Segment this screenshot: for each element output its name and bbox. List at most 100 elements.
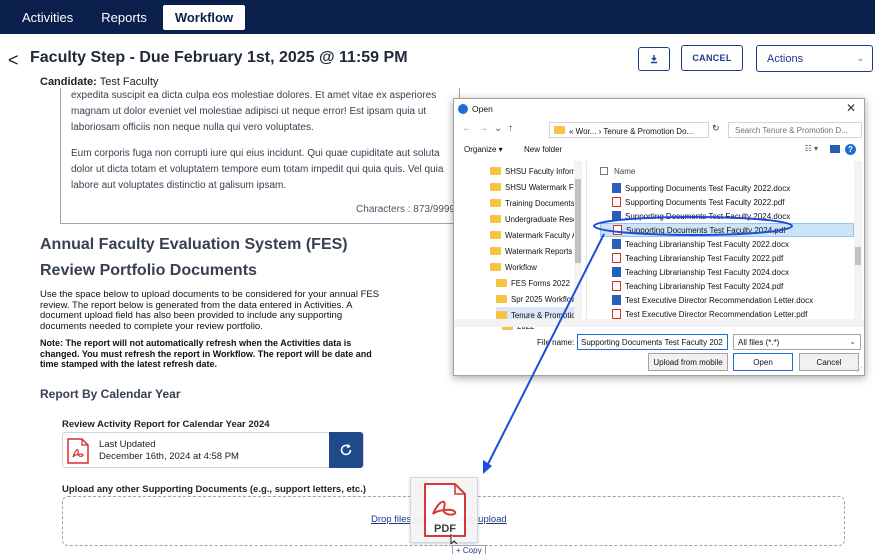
dialog-title: Open — [472, 104, 493, 114]
folder-icon — [490, 215, 501, 223]
refresh-icon[interactable]: ↻ — [712, 123, 720, 134]
tree-item[interactable]: Watermark Reports — [490, 243, 576, 259]
dragged-pdf-file[interactable]: PDF — [410, 477, 478, 546]
folder-icon — [490, 183, 501, 191]
chevron-down-icon[interactable]: ⌄ — [494, 123, 502, 134]
copy-badge: + Copy — [452, 545, 486, 554]
response-text-card: expedita suscipit ea dicta culpa eos mol… — [60, 88, 460, 224]
tab-activities[interactable]: Activities — [10, 4, 85, 31]
report-label: Review Activity Report for Calendar Year… — [62, 419, 270, 430]
pdf-file-icon — [612, 253, 621, 263]
organize-menu[interactable]: Organize ▾ — [464, 145, 503, 154]
candidate-line: Candidate: Test Faculty — [40, 76, 158, 88]
docx-file-icon — [612, 211, 621, 221]
name-column-header[interactable]: Name — [600, 167, 635, 176]
folder-icon — [496, 295, 507, 303]
open-button[interactable]: Open — [733, 353, 793, 371]
tree-scroll-thumb[interactable] — [575, 179, 581, 263]
chevron-down-icon: ⌄ — [856, 53, 864, 63]
actions-dropdown[interactable]: Actions ⌄ — [756, 45, 873, 72]
tree-item[interactable]: Undergraduate Resea — [490, 211, 576, 227]
file-name-input[interactable]: Supporting Documents Test Faculty 202 — [577, 334, 728, 350]
tree-item[interactable]: Spr 2025 Workflow — [496, 291, 576, 307]
file-row[interactable]: Teaching Librarianship Test Faculty 2022… — [600, 251, 854, 265]
character-count: Characters : 873/9999 — [356, 204, 455, 215]
new-folder-button[interactable]: New folder — [524, 145, 562, 154]
browser-icon — [458, 104, 468, 114]
pdf-file-icon — [613, 225, 622, 235]
actions-label: Actions — [767, 52, 804, 65]
tab-reports[interactable]: Reports — [89, 4, 159, 31]
file-list: Name Supporting Documents Test Faculty 2… — [592, 161, 854, 319]
docx-file-icon — [612, 267, 621, 277]
sub-heading: Review Portfolio Documents — [40, 262, 257, 279]
file-type-select[interactable]: All files (*.*) ⌄ — [733, 334, 861, 350]
dialog-search-input[interactable]: Search Tenure & Promotion D... — [728, 122, 862, 138]
upload-from-mobile-button[interactable]: Upload from mobile — [648, 353, 728, 371]
address-breadcrumb[interactable]: « Wor... › Tenure & Promotion Do... — [549, 122, 709, 138]
dialog-toolbar: Organize ▾ New folder ☷ ▾ ? — [454, 143, 864, 159]
dialog-nav-bar: ← → ⌄ ↑ « Wor... › Tenure & Promotion Do… — [454, 121, 864, 139]
file-row[interactable]: Teaching Librarianship Test Faculty 2024… — [600, 279, 854, 293]
close-icon[interactable]: ✕ — [846, 101, 856, 115]
folder-icon — [490, 231, 501, 239]
docx-file-icon — [612, 183, 621, 193]
pdf-file-icon — [612, 197, 621, 207]
download-button[interactable] — [638, 47, 670, 71]
folder-icon — [490, 199, 501, 207]
refresh-report-button[interactable] — [329, 432, 363, 468]
back-arrow-icon[interactable]: ← — [462, 123, 472, 134]
docx-file-icon — [612, 295, 621, 305]
folder-icon — [490, 263, 501, 271]
view-options-icon[interactable]: ☷ ▾ — [805, 144, 818, 153]
tree-item[interactable]: SHSU Watermark Fac — [490, 179, 576, 195]
top-nav: Activities Reports Workflow — [0, 0, 875, 34]
tree-item[interactable]: SHSU Faculty Informa — [490, 163, 576, 179]
select-all-checkbox[interactable] — [600, 167, 608, 175]
refresh-note: Note: The report will not automatically … — [40, 338, 372, 369]
pdf-file-icon — [612, 309, 621, 319]
help-icon[interactable]: ? — [845, 144, 856, 155]
file-row[interactable]: Test Executive Director Recommendation L… — [600, 293, 854, 307]
chevron-down-icon: ⌄ — [849, 337, 856, 346]
report-card[interactable]: Last Updated December 16th, 2024 at 4:58… — [62, 432, 364, 468]
file-row[interactable]: Supporting Documents Test Faculty 2022.p… — [600, 195, 854, 209]
file-row[interactable]: Test Executive Director Recommendation L… — [600, 307, 854, 319]
main-heading: Annual Faculty Evaluation System (FES) — [40, 236, 348, 253]
up-arrow-icon[interactable]: ↑ — [508, 123, 513, 134]
tree-item[interactable]: Training Documents — [490, 195, 576, 211]
folder-icon — [490, 167, 501, 175]
file-scroll-thumb[interactable] — [855, 247, 861, 265]
forward-arrow-icon[interactable]: → — [478, 123, 488, 134]
response-paragraph-2: Eum corporis fuga non corrupti iure qui … — [71, 148, 444, 191]
file-row[interactable]: Teaching Librarianship Test Faculty 2022… — [600, 237, 854, 251]
horizontal-scrollbar[interactable] — [454, 319, 864, 327]
pdf-drag-icon: PDF — [424, 483, 466, 546]
tree-item[interactable]: FES Forms 2022 — [496, 275, 576, 291]
resize-grip-icon[interactable]: ⋰ — [856, 366, 863, 374]
file-type-value: All files (*.*) — [738, 338, 780, 347]
file-row[interactable]: Supporting Documents Test Faculty 2024.d… — [600, 209, 854, 223]
file-row[interactable]: Supporting Documents Test Faculty 2022.d… — [600, 181, 854, 195]
download-icon — [651, 55, 657, 64]
file-scrollbar[interactable] — [854, 161, 862, 319]
tree-item[interactable]: Workflow — [490, 259, 576, 275]
candidate-label: Candidate: — [40, 76, 97, 88]
calendar-heading: Report By Calendar Year — [40, 387, 181, 401]
drag-arrow-head — [483, 460, 492, 474]
preview-pane-icon[interactable] — [830, 145, 840, 153]
cancel-button[interactable]: CANCEL — [681, 45, 743, 71]
breadcrumb-text: « Wor... › Tenure & Promotion Do... — [569, 127, 694, 136]
tab-workflow[interactable]: Workflow — [162, 4, 246, 30]
file-name-label: File name: — [537, 338, 575, 347]
dialog-cancel-button[interactable]: Cancel — [799, 353, 859, 371]
pane-divider[interactable] — [586, 161, 587, 319]
tree-item[interactable]: Watermark Faculty A — [490, 227, 576, 243]
dialog-titlebar: Open ✕ — [454, 99, 864, 119]
back-chevron-icon[interactable]: < — [8, 50, 19, 71]
file-row[interactable]: Teaching Librarianship Test Faculty 2024… — [600, 265, 854, 279]
file-row-selected[interactable]: Supporting Documents Test Faculty 2024.p… — [600, 223, 854, 237]
pdf-drag-label: PDF — [434, 523, 456, 535]
intro-text: Use the space below to upload documents … — [40, 289, 380, 332]
open-file-dialog: Open ✕ ← → ⌄ ↑ « Wor... › Tenure & Promo… — [453, 98, 865, 376]
